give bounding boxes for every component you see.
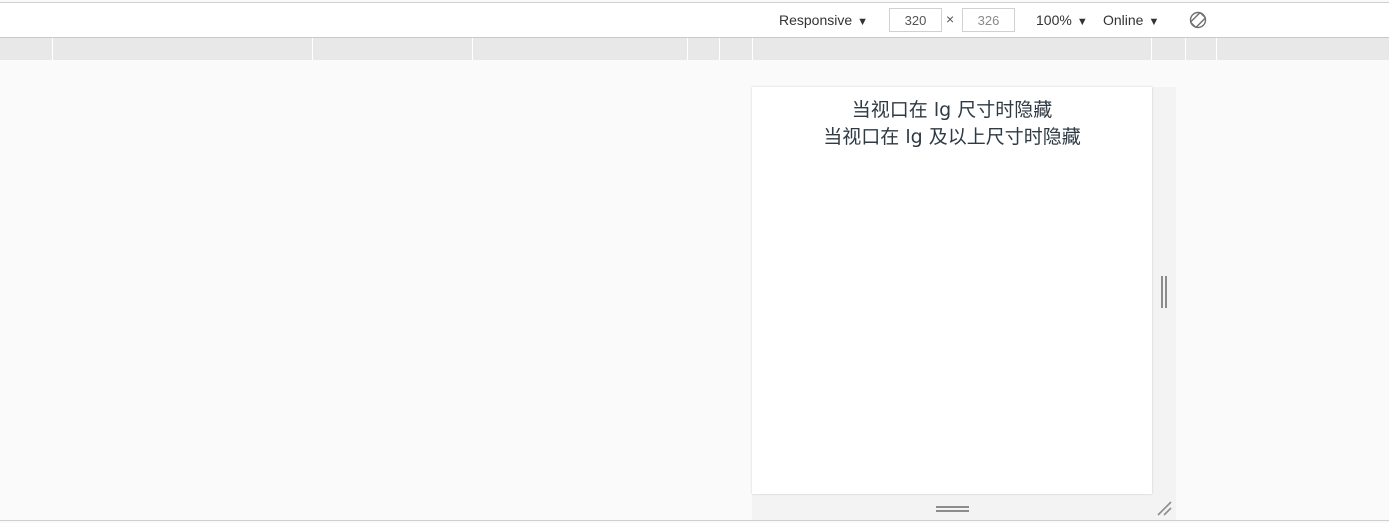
resize-handle-icon	[936, 506, 969, 508]
height-input[interactable]	[962, 8, 1015, 32]
right-resize-handle[interactable]	[1160, 276, 1168, 308]
ruler-tick	[52, 38, 53, 60]
ruler-tick	[752, 38, 753, 60]
ruler-tick	[472, 38, 473, 60]
caret-down-icon: ▼	[1148, 16, 1160, 28]
bottom-border	[0, 520, 1389, 521]
resize-corner-icon[interactable]	[1156, 500, 1172, 516]
device-selector-label: Responsive	[779, 12, 853, 28]
times-separator: ×	[946, 11, 955, 27]
media-query-ruler	[0, 38, 1389, 60]
ruler-tick	[1151, 38, 1152, 60]
resize-handle-icon	[1165, 276, 1167, 308]
resize-handle-icon	[936, 510, 969, 512]
hidden-lg-text: 当视口在 lg 尺寸时隐藏	[851, 99, 1053, 121]
ruler-tick	[1216, 38, 1217, 60]
ruler-tick	[1185, 38, 1186, 60]
device-toolbar: Responsive ▼ × 100% ▼ Online ▼	[0, 3, 1389, 38]
ruler-tick	[719, 38, 720, 60]
device-page-content: 当视口在 lg 尺寸时隐藏 当视口在 lg 及以上尺寸时隐藏	[752, 87, 1152, 151]
ruler-tick	[687, 38, 688, 60]
throttle-selector-label: Online	[1103, 12, 1144, 28]
bottom-resize-handle[interactable]	[936, 506, 969, 514]
hidden-lg-and-up-text: 当视口在 lg 及以上尺寸时隐藏	[823, 126, 1081, 148]
width-input[interactable]	[889, 8, 942, 32]
device-selector[interactable]: Responsive ▼	[779, 3, 868, 37]
ruler-tick	[312, 38, 313, 60]
zoom-selector[interactable]: 100% ▼	[1036, 3, 1088, 37]
caret-down-icon: ▼	[1076, 16, 1088, 28]
zoom-selector-label: 100%	[1036, 12, 1072, 28]
devtools-device-mode: Responsive ▼ × 100% ▼ Online ▼ 当视口在 lg 尺寸时隐…	[0, 0, 1389, 523]
caret-down-icon: ▼	[857, 16, 869, 28]
device-viewport: 当视口在 lg 尺寸时隐藏 当视口在 lg 及以上尺寸时隐藏	[752, 87, 1152, 494]
resize-handle-icon	[1161, 276, 1163, 308]
rotate-icon[interactable]	[1188, 10, 1208, 30]
throttle-selector[interactable]: Online ▼	[1103, 3, 1159, 37]
